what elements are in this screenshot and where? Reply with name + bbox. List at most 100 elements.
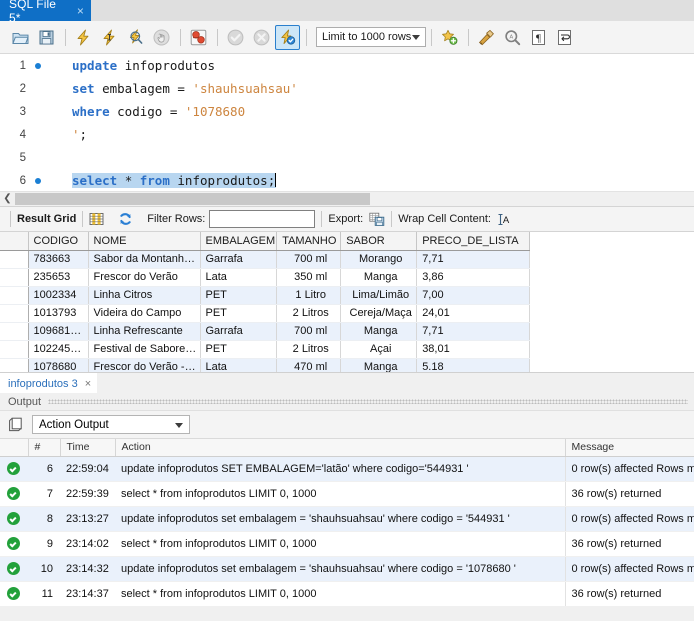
cell-tamanho[interactable]: 2 Litros	[276, 340, 342, 359]
toggle-invisible-chars-icon[interactable]: ¶	[526, 25, 551, 50]
column-header-nome[interactable]: NOME	[88, 232, 201, 251]
cell-sabor[interactable]: Açai	[340, 340, 418, 359]
row-selector-cell[interactable]	[0, 358, 29, 372]
editor-horizontal-scrollbar[interactable]: ❮	[0, 191, 694, 206]
cell-sabor[interactable]: Morango	[340, 250, 418, 269]
commit-icon[interactable]	[223, 25, 248, 50]
output-row[interactable]: 9 23:14:02 select * from infoprodutos LIMI…	[0, 531, 694, 557]
cell-preco_de_lista[interactable]: 3,86	[416, 268, 531, 287]
table-row[interactable]: 235653 Frescor do Verão Lata 350 ml Manga 3,8…	[0, 268, 531, 287]
table-row[interactable]: 102245… Festival de Sabore… PET 2 Litros Aça…	[0, 340, 531, 359]
output-column-header-time[interactable]: Time	[60, 439, 116, 457]
cell-sabor[interactable]: Manga	[340, 268, 418, 287]
cell-nome[interactable]: Frescor do Verão -…	[88, 358, 201, 372]
code-line[interactable]: 2 set embalagem = 'shauhsuahsau'	[0, 77, 694, 100]
cell-tamanho[interactable]: 1 Litro	[276, 286, 342, 305]
cell-sabor[interactable]: Lima/Limão	[340, 286, 418, 305]
cell-codigo[interactable]: 235653	[28, 268, 89, 287]
cell-codigo[interactable]: 1078680	[28, 358, 89, 372]
cell-nome[interactable]: Frescor do Verão	[88, 268, 201, 287]
toggle-stop-on-error-icon[interactable]	[186, 25, 211, 50]
row-selector-cell[interactable]	[0, 250, 29, 269]
code-line[interactable]: 6 select * from infoprodutos;	[0, 169, 694, 191]
cell-codigo[interactable]: 102245…	[28, 340, 89, 359]
output-row[interactable]: 8 23:13:27 update infoprodutos set embalag…	[0, 506, 694, 532]
row-limit-select[interactable]: Limit to 1000 rows	[316, 27, 426, 47]
cell-embalagem[interactable]: PET	[200, 286, 278, 305]
tab-sql-file-5[interactable]: SQL File 5* ×	[0, 0, 91, 25]
save-snippet-icon[interactable]	[437, 25, 462, 50]
open-sql-file-icon[interactable]	[8, 25, 33, 50]
output-column-header-num[interactable]: #	[28, 439, 61, 457]
toggle-word-wrap-icon[interactable]	[552, 25, 577, 50]
cell-preco_de_lista[interactable]: 24,01	[416, 304, 531, 323]
grid-view-icon[interactable]	[89, 212, 104, 226]
row-selector-cell[interactable]	[0, 340, 29, 359]
code-line[interactable]: 5	[0, 146, 694, 169]
output-row[interactable]: 10 23:14:32 update infoprodutos set embala…	[0, 556, 694, 582]
tab-infoprodutos-3[interactable]: infoprodutos 3 ×	[0, 373, 98, 393]
export-recordset-icon[interactable]	[369, 212, 385, 226]
output-column-header-action[interactable]: Action	[115, 439, 566, 457]
output-row[interactable]: 7 22:59:39 select * from infoprodutos LIMI…	[0, 481, 694, 507]
save-sql-file-icon[interactable]	[34, 25, 59, 50]
cell-tamanho[interactable]: 2 Litros	[276, 304, 342, 323]
cell-sabor[interactable]: Cereja/Maça	[340, 304, 418, 323]
cell-nome[interactable]: Sabor da Montanh…	[88, 250, 201, 269]
wrap-cell-icon[interactable]: A	[497, 213, 511, 226]
output-column-header-message[interactable]: Message	[565, 439, 694, 457]
table-row[interactable]: 1013793 Videira do Campo PET 2 Litros Cereja…	[0, 304, 531, 323]
cell-tamanho[interactable]: 700 ml	[276, 322, 342, 341]
row-selector-cell[interactable]	[0, 286, 29, 305]
execute-statement-icon[interactable]	[71, 25, 96, 50]
output-column-header-status[interactable]	[0, 439, 29, 457]
row-selector-cell[interactable]	[0, 268, 29, 287]
cell-embalagem[interactable]: Lata	[200, 268, 278, 287]
refresh-icon[interactable]	[118, 212, 133, 226]
code-line[interactable]: 3 where codigo = '1078680	[0, 100, 694, 123]
column-header-preco_de_lista[interactable]: PRECO_DE_LISTA	[416, 232, 531, 251]
toggle-autocommit-icon[interactable]	[275, 24, 300, 50]
cell-tamanho[interactable]: 700 ml	[276, 250, 342, 269]
column-header-codigo[interactable]: CODIGO	[28, 232, 89, 251]
scrollbar-thumb[interactable]	[15, 193, 370, 205]
sql-code-editor[interactable]: 1 update infoprodutos 2 set embalagem = 'sh…	[0, 54, 694, 191]
cell-tamanho[interactable]: 350 ml	[276, 268, 342, 287]
cell-nome[interactable]: Festival de Sabore…	[88, 340, 201, 359]
cell-embalagem[interactable]: PET	[200, 304, 278, 323]
column-header-embalagem[interactable]: EMBALAGEM	[200, 232, 278, 251]
table-row[interactable]: 1078680 Frescor do Verão -… Lata 470 ml Mang…	[0, 358, 531, 372]
cell-nome[interactable]: Linha Citros	[88, 286, 201, 305]
table-row[interactable]: 109681… Linha Refrescante Garrafa 700 ml Man…	[0, 322, 531, 341]
rollback-icon[interactable]	[249, 25, 274, 50]
cell-nome[interactable]: Videira do Campo	[88, 304, 201, 323]
action-output-grid[interactable]: # Time Action Message 6 22:59:04 update infop…	[0, 439, 694, 607]
cell-codigo[interactable]: 109681…	[28, 322, 89, 341]
result-grid[interactable]: CODIGO NOME EMBALAGEM TAMANHO SABOR PRECO_DE_…	[0, 232, 694, 372]
find-icon[interactable]: A	[500, 25, 525, 50]
cell-nome[interactable]: Linha Refrescante	[88, 322, 201, 341]
cell-preco_de_lista[interactable]: 7,71	[416, 250, 531, 269]
cell-codigo[interactable]: 1013793	[28, 304, 89, 323]
code-line[interactable]: 4 ';	[0, 123, 694, 146]
cell-preco_de_lista[interactable]: 7,71	[416, 322, 531, 341]
cell-codigo[interactable]: 1002334	[28, 286, 89, 305]
table-row[interactable]: 1002334 Linha Citros PET 1 Litro Lima/Limão 7…	[0, 286, 531, 305]
execute-current-statement-icon[interactable]	[97, 25, 122, 50]
cell-preco_de_lista[interactable]: 7,00	[416, 286, 531, 305]
row-selector-header[interactable]	[0, 232, 29, 251]
panel-grip[interactable]	[48, 399, 688, 404]
stop-execution-icon[interactable]	[149, 25, 174, 50]
close-icon[interactable]: ×	[85, 378, 91, 390]
close-icon[interactable]: ×	[77, 5, 84, 17]
cell-sabor[interactable]: Manga	[340, 322, 418, 341]
code-line[interactable]: 1 update infoprodutos	[0, 54, 694, 77]
row-selector-cell[interactable]	[0, 322, 29, 341]
scroll-left-icon[interactable]: ❮	[0, 194, 15, 204]
explain-query-icon[interactable]	[123, 25, 148, 50]
output-row[interactable]: 11 23:14:37 select * from infoprodutos LIM…	[0, 581, 694, 607]
filter-rows-input[interactable]	[209, 210, 316, 228]
cell-embalagem[interactable]: Garrafa	[200, 250, 278, 269]
cell-embalagem[interactable]: Lata	[200, 358, 278, 372]
column-header-sabor[interactable]: SABOR	[340, 232, 418, 251]
